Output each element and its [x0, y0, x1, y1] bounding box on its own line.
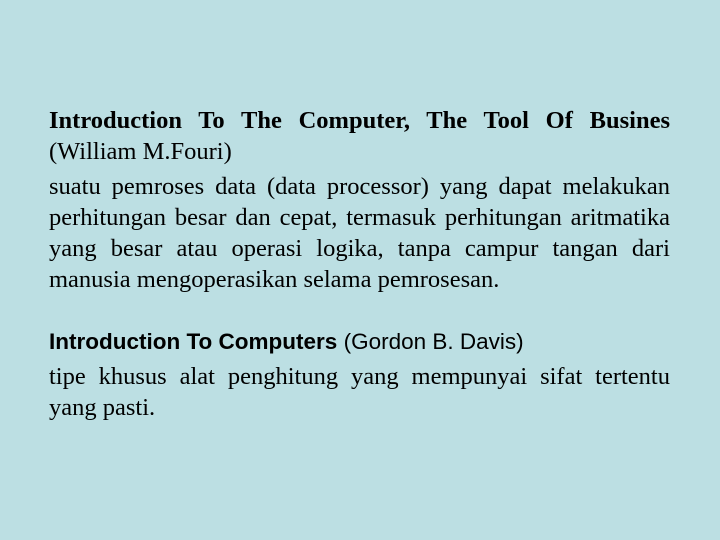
definition-text: tipe khusus alat penghitung yang mempuny…	[49, 363, 670, 421]
definition-block-davis: Introduction To Computers (Gordon B. Dav…	[49, 327, 670, 423]
slide-content: Introduction To The Computer, The Tool O…	[49, 105, 670, 423]
source-heading: Introduction To Computers (Gordon B. Dav…	[49, 327, 670, 357]
book-title: Introduction To Computers	[49, 329, 338, 354]
author-name: (Gordon B. Davis)	[343, 329, 524, 354]
definition-block-fouri: Introduction To The Computer, The Tool O…	[49, 105, 670, 295]
definition-text: suatu pemroses data (data processor) yan…	[49, 173, 670, 293]
author-name: (William M.Fouri)	[49, 138, 232, 165]
source-heading: Introduction To The Computer, The Tool O…	[49, 105, 670, 167]
book-title: Introduction To The Computer, The Tool O…	[49, 107, 670, 134]
